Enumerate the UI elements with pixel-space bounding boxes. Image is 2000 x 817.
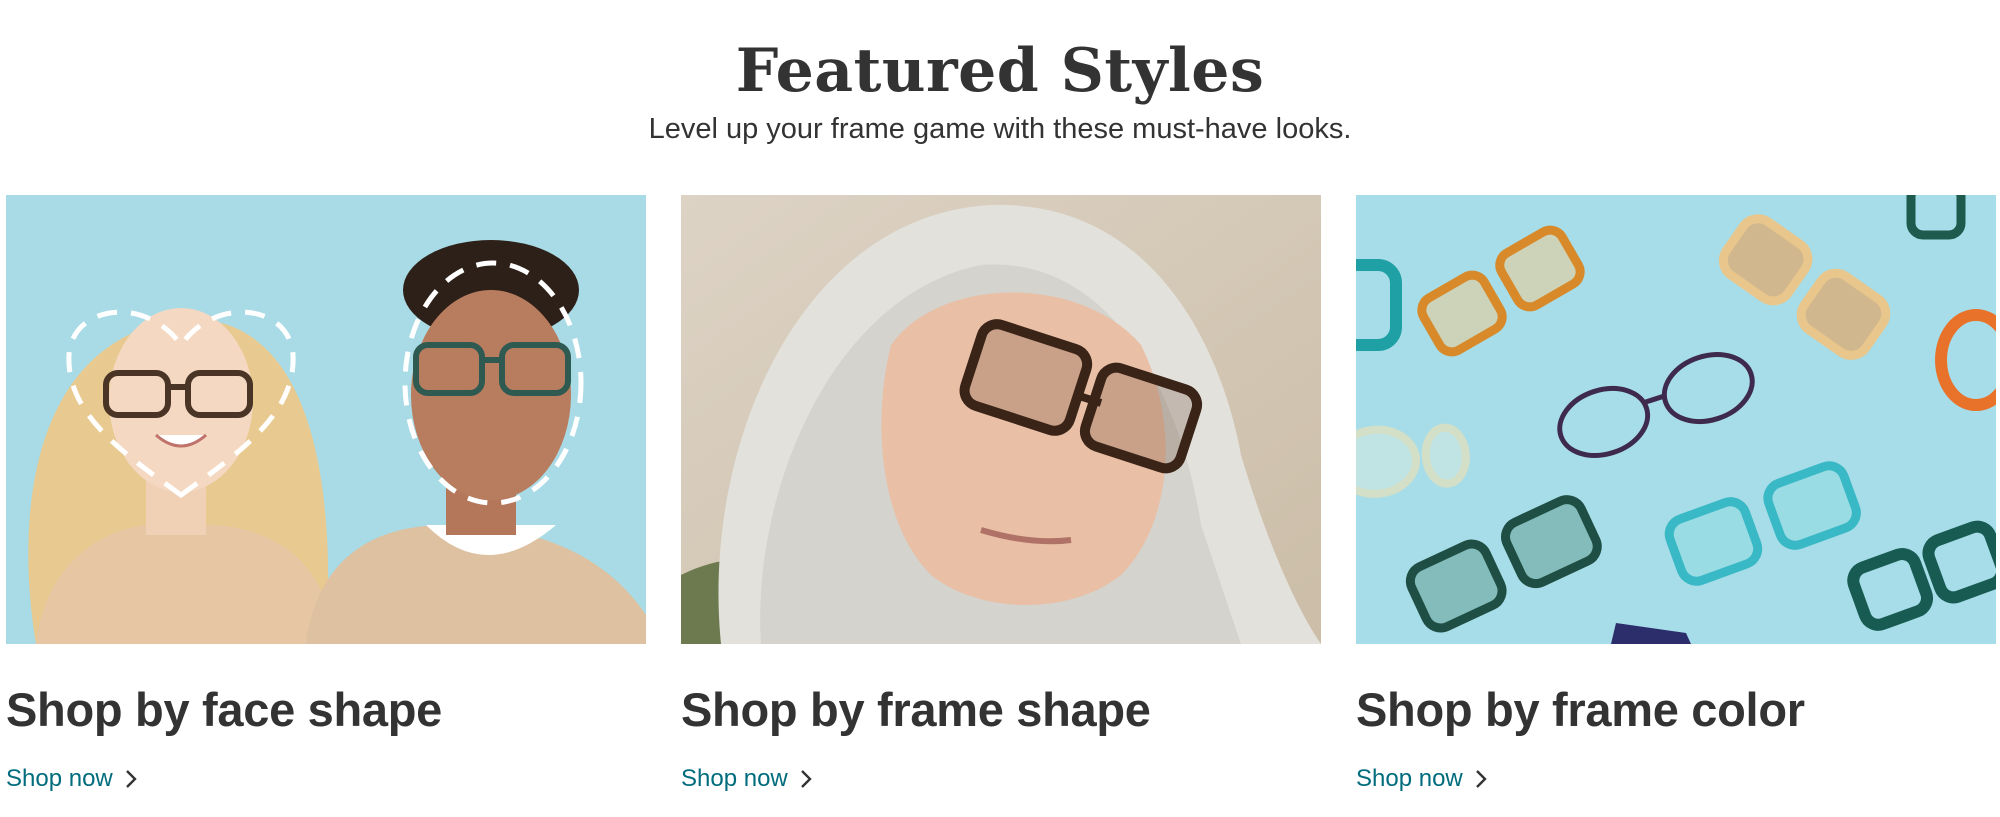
card-frame-color[interactable]: Shop by frame color Shop now [1356, 195, 1996, 792]
chevron-right-icon [125, 770, 137, 788]
card-frame-shape[interactable]: Shop by frame shape Shop now [681, 195, 1321, 792]
card-title: Shop by face shape [6, 683, 443, 736]
shop-now-link[interactable]: Shop now [681, 765, 812, 793]
shop-now-label: Shop now [681, 765, 788, 792]
frame-color-image[interactable] [1356, 195, 1996, 644]
frame-shape-image[interactable] [681, 195, 1321, 644]
shop-now-label: Shop now [6, 765, 113, 792]
chevron-right-icon [1475, 770, 1487, 788]
section-title: Featured Styles [735, 36, 1265, 106]
card-title: Shop by frame color [1356, 683, 1805, 736]
chevron-right-icon [800, 770, 812, 788]
section-subtitle: Level up your frame game with these must… [648, 113, 1352, 145]
card-title: Shop by frame shape [681, 683, 1151, 736]
shop-now-link[interactable]: Shop now [6, 765, 137, 793]
shop-now-label: Shop now [1356, 765, 1463, 792]
face-shape-image[interactable] [6, 195, 646, 644]
shop-now-link[interactable]: Shop now [1356, 765, 1487, 793]
card-face-shape[interactable]: Shop by face shape Shop now [6, 195, 646, 792]
